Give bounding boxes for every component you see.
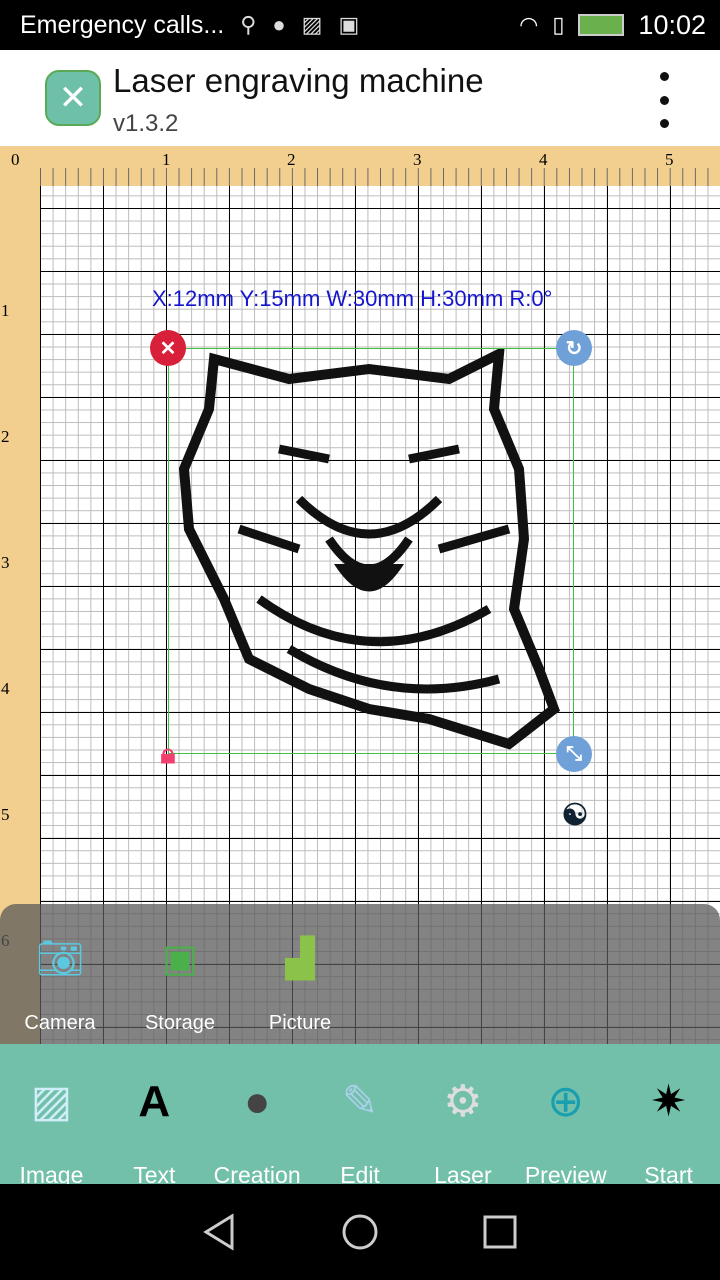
- app-title: Laser engraving machine: [113, 62, 484, 99]
- tool-laser[interactable]: ⚙ Laser: [411, 1044, 514, 1188]
- wifi-icon: ◠: [519, 12, 539, 37]
- ruler-y-label: 3: [1, 553, 10, 572]
- ruler-x-label: 4: [539, 150, 548, 169]
- back-icon[interactable]: [200, 1212, 240, 1252]
- yin-yang-icon[interactable]: ☯: [557, 797, 593, 833]
- ruler-x-label: 3: [413, 150, 422, 169]
- ruler-x-label: 2: [287, 150, 296, 169]
- crosshair-icon: ⊕: [547, 1077, 585, 1126]
- clock: 10:02: [638, 9, 706, 40]
- text-icon: A: [138, 1077, 171, 1126]
- tiger-image: [178, 345, 560, 750]
- sim-icon: ▯: [552, 12, 565, 37]
- image-icon: ▨: [30, 1077, 73, 1126]
- ruler-y-label: 4: [1, 679, 10, 698]
- app-bar: ✕ Laser engraving machine v1.3.2: [0, 50, 720, 146]
- image-icon: ▨: [301, 12, 323, 37]
- recents-icon[interactable]: [480, 1212, 520, 1252]
- tool-creation[interactable]: ● Creation: [206, 1044, 309, 1188]
- tool-image[interactable]: ▨ Image: [0, 1044, 103, 1188]
- status-text: Emergency calls...: [20, 10, 225, 39]
- ruler-x-label: 0: [11, 150, 20, 169]
- laser-icon: ✷: [650, 1077, 688, 1126]
- status-bar: Emergency calls... ⚲ ● ▨ ▣ ◠ ▯ 10:02: [0, 0, 720, 50]
- delete-icon[interactable]: ✕: [150, 330, 186, 366]
- drawer-picture[interactable]: ▟ Picture: [250, 934, 350, 1035]
- ruler-x-label: 1: [162, 150, 171, 169]
- ruler-ticks: [40, 168, 720, 186]
- ruler-y-label: 5: [1, 805, 10, 824]
- drawer-camera[interactable]: 📷︎ Camera: [10, 934, 110, 1035]
- app-version: v1.3.2: [113, 110, 179, 137]
- edit-image-icon: ✎: [341, 1077, 379, 1126]
- drawer-storage[interactable]: ▣ Storage: [130, 934, 230, 1035]
- rotate-icon[interactable]: ↻: [556, 330, 592, 366]
- selection-info: X:12mm Y:15mm W:30mm H:30mm R:0°: [152, 286, 553, 311]
- drawer-label: Picture: [268, 1012, 332, 1034]
- app-logo-icon: ✕: [45, 70, 101, 126]
- bottom-toolbar: ▨ Image A Text ● Creation ✎ Edit ⚙ Laser ⊕ Pre…: [0, 1044, 720, 1188]
- selected-image[interactable]: ✕ ↻ ⤡ 🔒︎ ☯: [150, 330, 592, 832]
- picture-icon: ▟: [285, 938, 315, 980]
- gallery-icon: ▣: [162, 938, 198, 980]
- image-source-drawer: 📷︎ Camera ▣ Storage ▟ Picture: [0, 904, 720, 1044]
- camera-icon: 📷︎: [35, 938, 85, 980]
- ruler-y-label: 2: [1, 427, 10, 446]
- tool-start[interactable]: ✷ Start: [617, 1044, 720, 1188]
- usb-icon: ⚲: [240, 12, 257, 37]
- more-vert-icon[interactable]: [652, 72, 676, 128]
- ruler-x-label: 5: [665, 150, 674, 169]
- download-icon: ▣: [338, 12, 360, 37]
- tool-text[interactable]: A Text: [103, 1044, 206, 1188]
- tool-edit[interactable]: ✎ Edit: [309, 1044, 412, 1188]
- circle-icon: ●: [243, 1077, 271, 1126]
- navigation-bar: [0, 1184, 720, 1280]
- ruler-y-label: 1: [1, 301, 10, 320]
- gear-icon: ⚙: [443, 1077, 483, 1126]
- drawer-label: Camera: [24, 1012, 96, 1034]
- home-icon[interactable]: [340, 1212, 380, 1252]
- battery-charging-icon: [578, 14, 625, 36]
- tool-preview[interactable]: ⊕ Preview: [514, 1044, 617, 1188]
- drawer-label: Storage: [144, 1012, 216, 1034]
- android-icon: ●: [272, 12, 286, 37]
- lock-icon[interactable]: 🔒︎: [150, 736, 186, 772]
- resize-icon[interactable]: ⤡: [556, 736, 592, 772]
